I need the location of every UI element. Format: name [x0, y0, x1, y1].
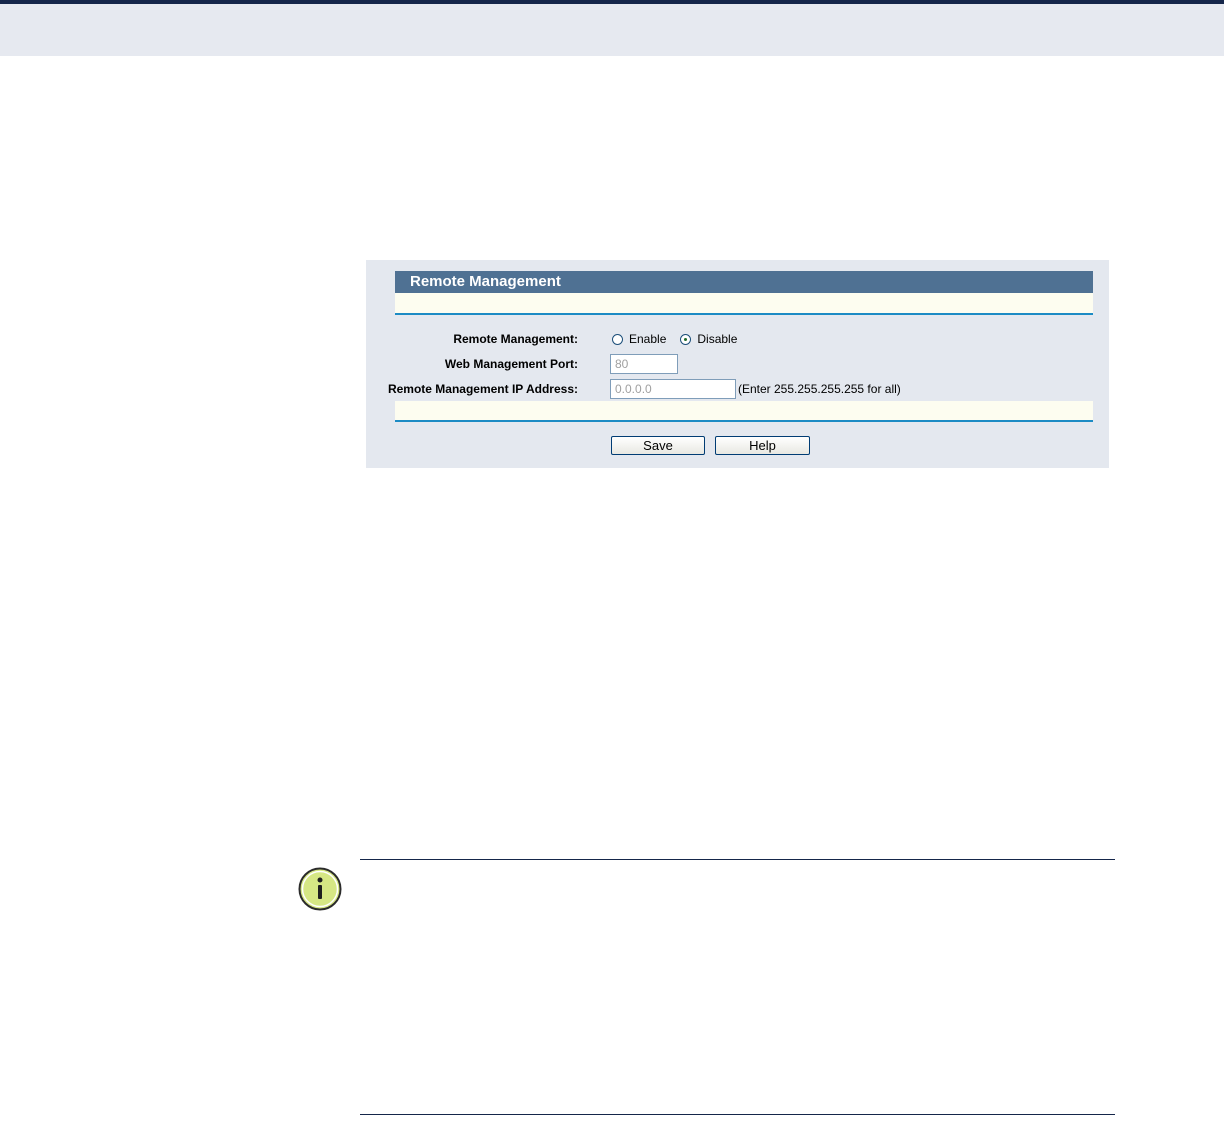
- save-button[interactable]: Save: [611, 436, 705, 455]
- disable-radio-label[interactable]: Disable: [697, 332, 737, 346]
- divider-bar-bottom: [395, 401, 1093, 422]
- web-management-port-input[interactable]: 80: [610, 354, 678, 374]
- remote-management-row: Remote Management: Enable Disable: [366, 328, 1109, 350]
- remote-management-radio-group: Enable Disable: [612, 332, 751, 346]
- remote-ip-label: Remote Management IP Address:: [387, 382, 578, 396]
- note-bottom-rule: [360, 1114, 1115, 1115]
- web-management-port-label: Web Management Port:: [444, 357, 578, 371]
- remote-management-panel: Remote Management Remote Management: Ena…: [366, 260, 1109, 468]
- disable-radio[interactable]: [680, 333, 692, 345]
- note-top-rule: [360, 859, 1115, 860]
- enable-radio-label[interactable]: Enable: [629, 332, 666, 346]
- enable-radio[interactable]: [612, 333, 623, 345]
- page-header-band: [0, 0, 1224, 56]
- help-button[interactable]: Help: [715, 436, 810, 455]
- remote-management-label: Remote Management:: [453, 332, 578, 346]
- remote-ip-input[interactable]: 0.0.0.0: [610, 379, 736, 399]
- remote-ip-hint: (Enter 255.255.255.255 for all): [738, 382, 901, 396]
- web-management-port-row: Web Management Port: 80: [366, 353, 1109, 375]
- info-icon: [298, 867, 342, 916]
- divider-bar-top: [395, 293, 1093, 315]
- panel-title: Remote Management: [395, 271, 1093, 293]
- remote-ip-row: Remote Management IP Address: 0.0.0.0 (E…: [366, 378, 1109, 400]
